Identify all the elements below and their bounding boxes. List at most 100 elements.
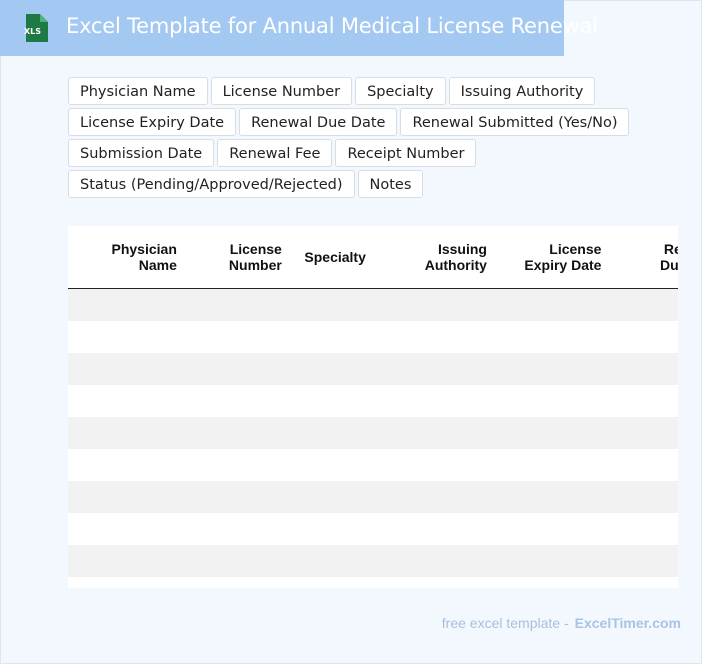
table-cell[interactable] — [68, 288, 185, 321]
field-chip: Renewal Submitted (Yes/No) — [400, 108, 630, 136]
column-header-line: Expiry Date — [524, 257, 602, 273]
column-header: Specialty — [289, 226, 381, 289]
table-cell[interactable] — [609, 481, 678, 513]
table-cell[interactable] — [184, 577, 290, 588]
table-cell[interactable] — [494, 545, 610, 577]
table-cell[interactable] — [380, 545, 495, 577]
table-cell[interactable] — [184, 545, 290, 577]
field-chip-list: Physician Name License Number Specialty Iss… — [68, 77, 630, 201]
table-row — [68, 385, 678, 417]
table-cell[interactable] — [380, 353, 495, 385]
table-cell[interactable] — [609, 321, 678, 353]
table-cell[interactable] — [289, 321, 381, 353]
table-cell[interactable] — [609, 545, 678, 577]
field-chip: Submission Date — [68, 139, 215, 167]
table-cell[interactable] — [68, 577, 185, 588]
table-cell[interactable] — [494, 577, 610, 588]
table-cell[interactable] — [380, 577, 495, 588]
column-header-line: Number — [228, 257, 282, 273]
table-row — [68, 513, 678, 545]
column-header-line: Authority — [424, 257, 487, 273]
table-cell[interactable] — [380, 481, 495, 513]
table-cell[interactable] — [494, 417, 610, 449]
field-chip: License Expiry Date — [68, 108, 237, 136]
column-header-line: Renewal — [663, 241, 678, 257]
table-cell[interactable] — [494, 321, 610, 353]
table-cell[interactable] — [494, 288, 610, 321]
table-cell[interactable] — [380, 513, 495, 545]
table-cell[interactable] — [289, 449, 381, 481]
table-cell[interactable] — [289, 513, 381, 545]
table-cell[interactable] — [184, 513, 290, 545]
chip-row: Physician Name License Number Specialty Iss… — [68, 77, 628, 105]
column-header-line: License — [229, 241, 282, 257]
table-cell[interactable] — [289, 385, 381, 417]
table-cell[interactable] — [68, 417, 185, 449]
table-cell[interactable] — [380, 321, 495, 353]
table-cell[interactable] — [609, 417, 678, 449]
table-cell[interactable] — [380, 417, 495, 449]
xls-file-icon: XLS — [24, 14, 48, 42]
column-header-line: Specialty — [304, 249, 366, 265]
table-cell[interactable] — [609, 353, 678, 385]
footer-brand-link[interactable]: ExcelTimer.com — [575, 615, 681, 631]
table-cell[interactable] — [609, 385, 678, 417]
table-row — [68, 545, 678, 577]
column-header-line: License — [549, 241, 602, 257]
table-cell[interactable] — [380, 385, 495, 417]
table-row — [68, 288, 678, 321]
column-header-line: Name — [138, 257, 177, 273]
field-chip: Renewal Fee — [217, 139, 333, 167]
table-cell[interactable] — [494, 385, 610, 417]
footer-text: free excel template - — [441, 615, 569, 631]
table-cell[interactable] — [184, 321, 290, 353]
table-cell[interactable] — [380, 449, 495, 481]
field-chip: Notes — [357, 170, 424, 198]
column-header: Physician Name — [68, 226, 185, 289]
table-cell[interactable] — [609, 577, 678, 588]
table-cell[interactable] — [494, 449, 610, 481]
table-row — [68, 353, 678, 385]
column-header: License Number — [184, 226, 290, 289]
table-cell[interactable] — [184, 288, 290, 321]
field-chip: License Number — [210, 77, 353, 105]
field-chip: Receipt Number — [335, 139, 477, 167]
table-cell[interactable] — [609, 449, 678, 481]
table-row — [68, 481, 678, 513]
table-cell[interactable] — [184, 449, 290, 481]
template-table: Physician Name License Number Specialty Issui… — [68, 226, 678, 588]
field-chip: Issuing Authority — [448, 77, 596, 105]
table-cell[interactable] — [380, 288, 495, 321]
table-cell[interactable] — [289, 353, 381, 385]
table-cell[interactable] — [289, 417, 381, 449]
table-cell[interactable] — [68, 385, 185, 417]
column-header: Issuing Authority — [380, 226, 495, 289]
table-cell[interactable] — [68, 353, 185, 385]
table-cell[interactable] — [609, 513, 678, 545]
table-cell[interactable] — [68, 513, 185, 545]
page-title: Excel Template for Annual Medical Licens… — [66, 14, 598, 38]
table-cell[interactable] — [289, 577, 381, 588]
table-cell[interactable] — [68, 449, 185, 481]
table-cell[interactable] — [68, 481, 185, 513]
table-row — [68, 417, 678, 449]
field-chip: Status (Pending/Approved/Rejected) — [68, 170, 355, 198]
table-cell[interactable] — [494, 513, 610, 545]
table-cell[interactable] — [68, 321, 185, 353]
table-cell[interactable] — [289, 288, 381, 321]
table-cell[interactable] — [68, 545, 185, 577]
table-cell[interactable] — [184, 417, 290, 449]
xls-icon-label: XLS — [24, 27, 41, 36]
table-cell[interactable] — [609, 288, 678, 321]
table-cell[interactable] — [184, 353, 290, 385]
table-cell[interactable] — [289, 545, 381, 577]
column-header: License Expiry Date — [494, 226, 610, 289]
chip-row: Status (Pending/Approved/Rejected) Notes — [68, 170, 628, 198]
chip-row: License Expiry Date Renewal Due Date Renew… — [68, 108, 630, 136]
footer: free excel template - ExcelTimer.com — [442, 615, 681, 631]
table-cell[interactable] — [184, 385, 290, 417]
table-cell[interactable] — [494, 353, 610, 385]
table-cell[interactable] — [184, 481, 290, 513]
table-cell[interactable] — [494, 481, 610, 513]
table-cell[interactable] — [289, 481, 381, 513]
